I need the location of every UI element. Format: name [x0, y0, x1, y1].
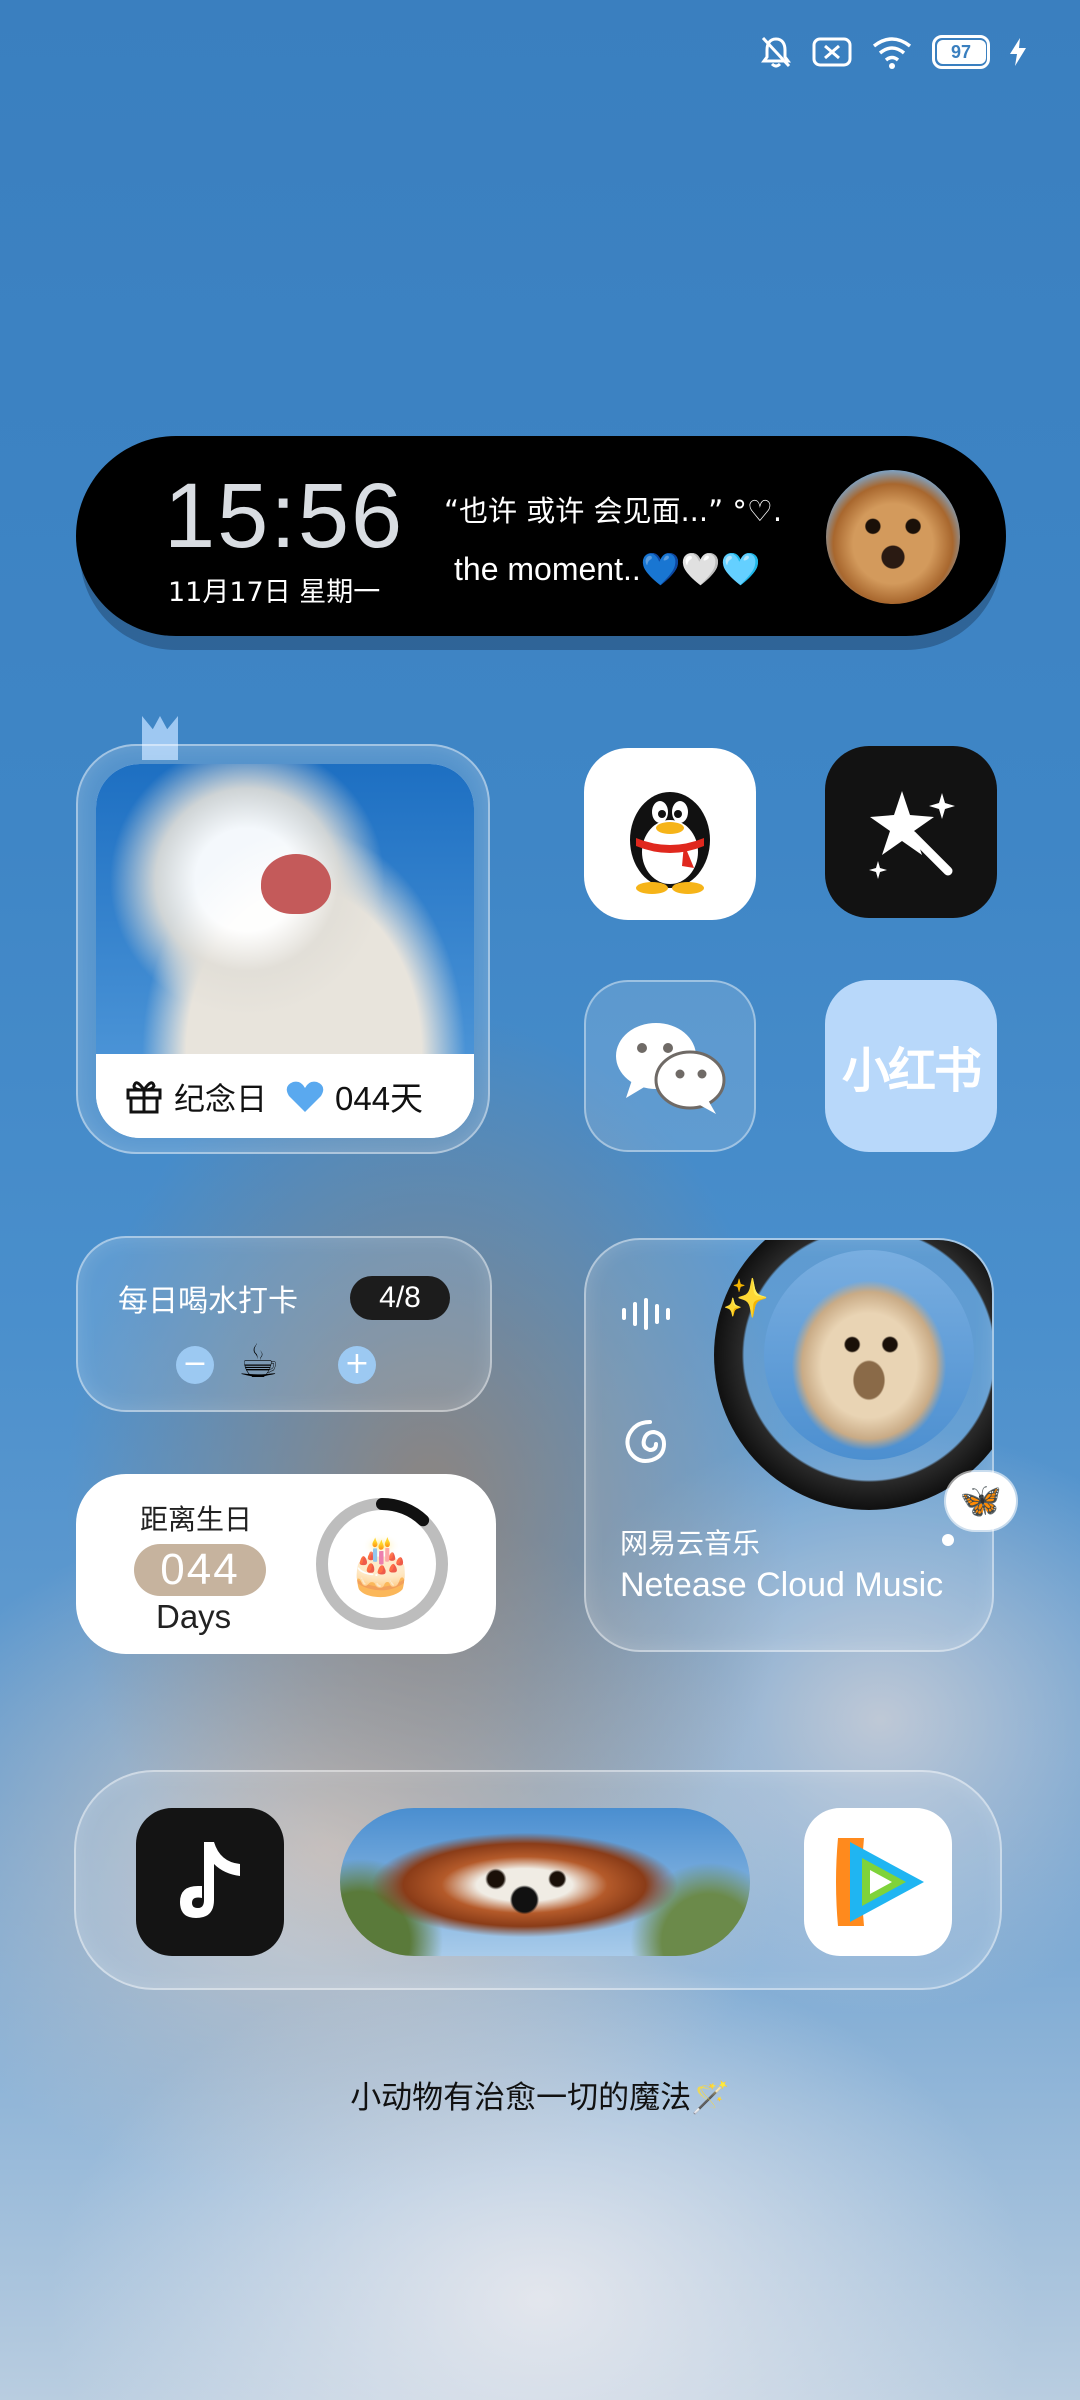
wechat-bubbles-icon: [616, 1023, 726, 1114]
tencent-video-play-icon: [836, 1838, 924, 1926]
snow-leopard-mouth: [261, 854, 331, 914]
anniversary-bar: 纪念日 044天: [96, 1054, 474, 1138]
water-count-badge: 4/8: [350, 1276, 450, 1320]
charging-icon: [1010, 38, 1026, 66]
xiaohongshu-label: 小红书: [841, 1043, 982, 1099]
quote-line-2: the moment..💙🤍🩵: [454, 551, 761, 587]
bell-muted-icon: [761, 36, 791, 68]
music-app-name-en: Netease Cloud Music: [620, 1566, 944, 1604]
cake-icon: 🎂: [346, 1533, 416, 1598]
coffee-cup-icon: ☕: [238, 1334, 280, 1388]
clock-time: 15:56: [164, 465, 405, 567]
alpaca-album-art: [764, 1250, 974, 1460]
music-app-name-cn: 网易云音乐: [620, 1527, 761, 1560]
blue-heart-icon: [286, 1081, 324, 1112]
water-checkin-widget[interactable]: 每日喝水打卡 4/8 − ☕ +: [76, 1236, 492, 1412]
qq-app-icon[interactable]: [584, 748, 756, 920]
gift-icon: [126, 1081, 162, 1114]
wifi-icon: [872, 37, 912, 69]
tencent-video-app-icon[interactable]: [804, 1808, 952, 1956]
bubble-dot: [942, 1534, 954, 1546]
star-wand-icon: [869, 791, 955, 879]
birthday-countdown-widget[interactable]: 距离生日 044 Days 🎂: [76, 1474, 496, 1654]
dock-widget: [74, 1770, 1002, 1990]
qq-penguin-icon: [630, 792, 710, 894]
anniversary-label: 纪念日: [174, 1081, 267, 1118]
battery-level: 97: [950, 41, 972, 62]
slogan-text: 小动物有治愈一切的魔法🪄: [350, 2080, 730, 2116]
time-widget[interactable]: 15:56 11月17日 星期一 “也许 或许 会见面...” °♡. the …: [76, 436, 1006, 636]
no-sim-icon: [812, 37, 852, 67]
water-plus-button[interactable]: +: [338, 1346, 376, 1384]
birthday-days-number: 044: [134, 1544, 266, 1596]
tiktok-note-icon: [180, 1842, 240, 1918]
butterfly-bubble-icon: 🦋: [946, 1472, 1016, 1530]
dog-avatar[interactable]: [826, 470, 960, 604]
anniversary-widget[interactable]: 纪念日 044天: [76, 744, 490, 1154]
xiaohongshu-app-icon[interactable]: 小红书: [825, 980, 997, 1152]
netease-logo-icon: [625, 1420, 667, 1463]
status-bar: 97: [758, 28, 1028, 76]
water-minus-button[interactable]: −: [176, 1346, 214, 1384]
birthday-title: 距离生日: [140, 1503, 253, 1536]
netease-music-widget[interactable]: ✨ 网易云音乐 Netease Cloud Music: [584, 1238, 994, 1652]
battery-indicator: 97: [932, 35, 990, 69]
tiktok-app-icon[interactable]: [136, 1808, 284, 1956]
birthday-days-unit: Days: [156, 1598, 232, 1635]
sparkle-icon: ✨: [722, 1276, 770, 1320]
photo-frame: 纪念日 044天: [96, 764, 474, 1138]
magic-wand-app-icon[interactable]: [825, 746, 997, 918]
water-title: 每日喝水打卡: [118, 1284, 298, 1319]
soundwave-icon: [622, 1298, 670, 1330]
clock-date: 11月17日 星期一: [168, 577, 381, 608]
red-panda-photo[interactable]: [340, 1808, 750, 1956]
anniversary-count: 044天: [335, 1080, 424, 1117]
quote-line-1: “也许 或许 会见面...” °♡.: [444, 494, 783, 528]
wechat-app-icon[interactable]: [584, 980, 756, 1152]
